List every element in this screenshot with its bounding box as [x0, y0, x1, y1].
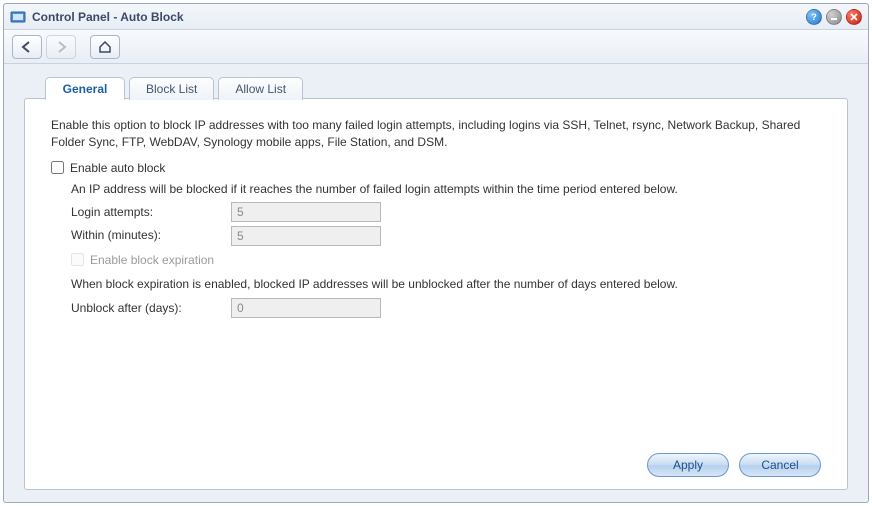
nav-bar	[4, 30, 868, 64]
enable-auto-block-label: Enable auto block	[70, 161, 165, 175]
footer-buttons: Apply Cancel	[51, 447, 821, 477]
help-icon[interactable]: ?	[806, 9, 822, 25]
tab-block-list[interactable]: Block List	[129, 77, 214, 100]
control-panel-icon	[10, 9, 26, 25]
tabs: General Block List Allow List	[45, 76, 303, 99]
login-attempts-label: Login attempts:	[71, 202, 231, 222]
login-attempts-row: Login attempts:	[71, 202, 821, 222]
content-area: General Block List Allow List Enable thi…	[4, 64, 868, 502]
tab-label: General	[63, 82, 108, 96]
tab-label: Allow List	[235, 82, 286, 96]
tab-allow-list[interactable]: Allow List	[218, 77, 303, 100]
within-minutes-input[interactable]	[231, 226, 381, 246]
tab-label: Block List	[146, 82, 197, 96]
within-minutes-label: Within (minutes):	[71, 225, 231, 245]
unblock-after-row: Unblock after (days):	[71, 298, 821, 318]
title-bar: Control Panel - Auto Block ?	[4, 4, 868, 30]
description-text: Enable this option to block IP addresses…	[51, 117, 821, 151]
login-attempts-input[interactable]	[231, 202, 381, 222]
cancel-button[interactable]: Cancel	[739, 453, 821, 477]
window-title: Control Panel - Auto Block	[32, 10, 806, 24]
enable-auto-block-checkbox[interactable]	[51, 161, 64, 174]
home-button[interactable]	[90, 35, 120, 59]
svg-text:?: ?	[811, 12, 817, 22]
unblock-after-input[interactable]	[231, 298, 381, 318]
unblock-after-label: Unblock after (days):	[71, 298, 231, 318]
tab-general[interactable]: General	[45, 77, 125, 100]
auto-block-sub-desc: An IP address will be blocked if it reac…	[71, 179, 821, 199]
window-controls: ?	[806, 9, 862, 25]
forward-button[interactable]	[46, 35, 76, 59]
back-button[interactable]	[12, 35, 42, 59]
auto-block-sub: An IP address will be blocked if it reac…	[71, 179, 821, 321]
within-minutes-row: Within (minutes):	[71, 225, 821, 245]
apply-button[interactable]: Apply	[647, 453, 729, 477]
enable-block-expiration-label: Enable block expiration	[90, 250, 214, 270]
minimize-icon[interactable]	[826, 9, 842, 25]
enable-auto-block-row: Enable auto block	[51, 161, 821, 175]
block-expiration-sub-desc: When block expiration is enabled, blocke…	[71, 274, 821, 294]
enable-block-expiration-checkbox[interactable]	[71, 253, 84, 266]
enable-block-expiration-row: Enable block expiration	[71, 250, 821, 270]
panel: General Block List Allow List Enable thi…	[24, 98, 848, 490]
window: Control Panel - Auto Block ?	[3, 3, 869, 503]
close-icon[interactable]	[846, 9, 862, 25]
